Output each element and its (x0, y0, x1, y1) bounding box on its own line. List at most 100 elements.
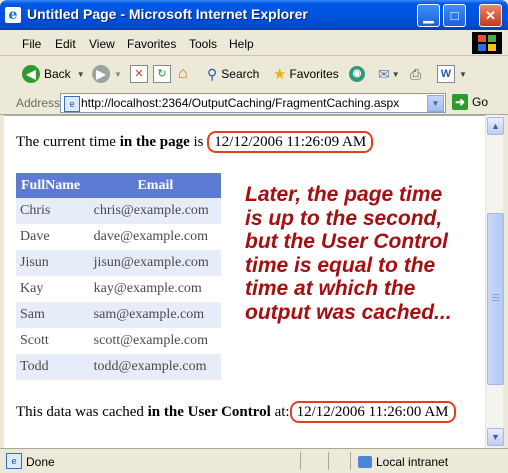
status-bar: e Done Local intranet (0, 448, 508, 473)
menu-tools[interactable]: Tools (189, 37, 217, 51)
mail-button[interactable]: ✉ ▼ (378, 62, 400, 86)
word-icon: W (437, 65, 455, 83)
page-status-icon: e (6, 453, 22, 469)
cell-fullname: Kay (16, 276, 90, 302)
annotation-callout: Later, the page time is up to the second… (245, 183, 452, 324)
cell-email: dave@example.com (89, 224, 221, 250)
page-icon: e (64, 96, 80, 112)
maximize-button[interactable]: □ (443, 4, 466, 27)
cached-bold: in the User Control (147, 404, 271, 420)
page-time-value: 12/12/2006 11:26:09 AM (207, 131, 374, 153)
status-text: Done (26, 455, 55, 469)
stop-button[interactable]: ✕ (130, 62, 148, 86)
refresh-icon: ↻ (153, 65, 171, 83)
scroll-thumb[interactable] (487, 213, 504, 385)
search-icon: ⚲ (207, 65, 218, 82)
browser-window: e Untitled Page - Microsoft Internet Exp… (0, 0, 508, 473)
cached-suffix: at: (270, 404, 290, 420)
mail-icon: ✉ (378, 65, 390, 82)
forward-arrow-icon: ▶ (92, 65, 110, 83)
stop-icon: ✕ (130, 65, 148, 83)
cell-fullname: Jisun (16, 250, 90, 276)
intranet-icon (358, 456, 372, 468)
header-email: Email (89, 173, 221, 198)
search-button[interactable]: ⚲ Search (207, 62, 259, 86)
cell-email: sam@example.com (89, 302, 221, 328)
ie-icon: e (5, 7, 21, 23)
security-zone: Local intranet (358, 455, 448, 469)
address-input[interactable]: e http://localhost:2364/OutputCaching/Fr… (60, 93, 446, 113)
forward-button[interactable]: ▶ ▼ (92, 62, 122, 86)
back-label: Back (44, 67, 71, 81)
cell-fullname: Scott (16, 328, 90, 354)
cell-email: kay@example.com (89, 276, 221, 302)
print-icon: ⎙ (410, 65, 422, 82)
address-bar: Address e http://localhost:2364/OutputCa… (0, 92, 508, 115)
vertical-scrollbar[interactable]: ▲ ▼ (485, 115, 504, 448)
edit-button[interactable]: W ▼ (437, 62, 467, 86)
menu-bar: File Edit View Favorites Tools Help (0, 30, 508, 56)
table-row: Jisun jisun@example.com (16, 250, 221, 276)
status-divider (350, 452, 351, 470)
address-label: Address (16, 96, 61, 110)
search-label: Search (221, 67, 260, 81)
dropdown-arrow-icon: ▼ (459, 69, 467, 79)
menu-view[interactable]: View (89, 37, 115, 51)
status-divider (300, 452, 301, 470)
page-time-bold: in the page (119, 134, 190, 150)
menu-edit[interactable]: Edit (55, 37, 76, 51)
table-row: Sam sam@example.com (16, 302, 221, 328)
dropdown-arrow-icon: ▼ (76, 69, 85, 79)
table-row: Chris chris@example.com (16, 198, 221, 224)
minimize-icon: ▁ (423, 8, 434, 23)
back-button[interactable]: ◀ Back ▼ (22, 62, 85, 86)
minimize-button[interactable]: ▁ (417, 4, 440, 27)
close-icon: ✕ (485, 8, 496, 23)
table-row: Todd todd@example.com (16, 354, 221, 380)
cached-prefix: This data was cached (16, 404, 148, 420)
maximize-icon: □ (450, 8, 459, 23)
favorites-label: Favorites (289, 67, 339, 81)
favorites-button[interactable]: ★ Favorites (273, 62, 339, 86)
address-url: http://localhost:2364/OutputCaching/Frag… (81, 96, 400, 110)
dropdown-arrow-icon: ▼ (114, 69, 122, 79)
menu-favorites[interactable]: Favorites (127, 37, 176, 51)
print-button[interactable]: ⎙ (410, 62, 421, 86)
close-button[interactable]: ✕ (479, 4, 502, 27)
scroll-up-icon[interactable]: ▲ (487, 117, 504, 135)
header-fullname: FullName (16, 173, 90, 198)
cell-email: jisun@example.com (89, 250, 221, 276)
go-button[interactable]: ➜ Go (452, 94, 488, 110)
go-arrow-icon: ➜ (452, 94, 468, 110)
zone-label: Local intranet (376, 455, 449, 469)
address-dropdown-icon[interactable]: ▼ (427, 95, 444, 112)
cached-time-value: 12/12/2006 11:26:00 AM (289, 401, 456, 423)
windows-logo-icon (472, 32, 502, 54)
table-row: Dave dave@example.com (16, 224, 221, 250)
cell-email: todd@example.com (89, 354, 221, 380)
scroll-down-icon[interactable]: ▼ (487, 428, 504, 446)
table-row: Scott scott@example.com (16, 328, 221, 354)
cached-time-line: This data was cached in the User Control… (16, 401, 456, 423)
table-row: Kay kay@example.com (16, 276, 221, 302)
toolbar: ◀ Back ▼ ▶ ▼ ✕ ↻ ⌂ ⚲ Search ★ Favorites … (0, 56, 508, 93)
page-content: The current time in the page is 12/12/20… (4, 115, 485, 449)
cell-fullname: Todd (16, 354, 90, 380)
cell-fullname: Sam (16, 302, 90, 328)
dropdown-arrow-icon: ▼ (391, 69, 400, 79)
cell-fullname: Chris (16, 198, 90, 224)
cell-email: chris@example.com (89, 198, 221, 224)
table-header-row: FullName Email (16, 173, 221, 198)
media-button[interactable]: ◉ (349, 62, 369, 86)
users-table: FullName Email Chris chris@example.com D… (16, 173, 221, 380)
menu-help[interactable]: Help (229, 37, 254, 51)
page-time-prefix: The current time (16, 134, 120, 150)
refresh-button[interactable]: ↻ (153, 62, 171, 86)
window-title: Untitled Page - Microsoft Internet Explo… (27, 6, 308, 22)
go-label: Go (472, 95, 489, 109)
status-divider (328, 452, 329, 470)
page-time-suffix: is (189, 134, 208, 150)
menu-file[interactable]: File (22, 37, 41, 51)
cell-fullname: Dave (16, 224, 90, 250)
home-button[interactable]: ⌂ (178, 62, 188, 86)
